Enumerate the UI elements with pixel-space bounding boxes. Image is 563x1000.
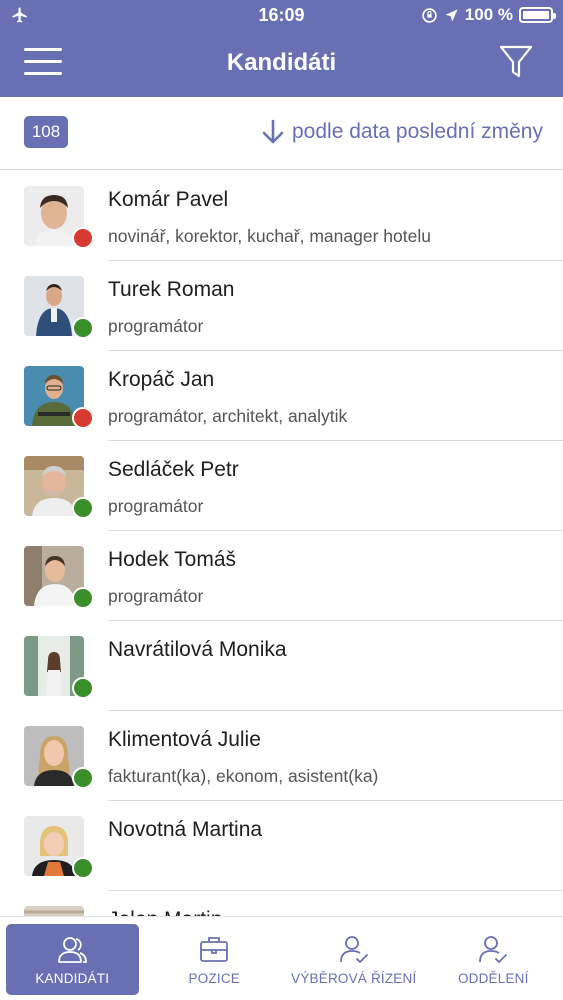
candidate-row[interactable]: Jelen Martin — [0, 891, 563, 916]
sort-order-button[interactable]: podle data poslední změny — [262, 119, 543, 145]
tab-selection-procedures[interactable]: VÝBĚROVÁ ŘÍZENÍ — [284, 917, 424, 1000]
arrow-down-icon — [262, 119, 284, 144]
status-indicator-green — [72, 677, 94, 699]
status-bar: 16:09 100 % — [0, 0, 563, 30]
user-check-icon — [479, 936, 508, 963]
candidate-name: Klimentová Julie — [108, 728, 261, 751]
bottom-tab-bar: KANDIDÁTI POZICE VÝBĚROVÁ ŘÍZENÍ ODDĚLEN… — [0, 916, 563, 1000]
candidate-roles: programátor — [108, 586, 204, 606]
tab-label: VÝBĚROVÁ ŘÍZENÍ — [291, 971, 417, 986]
location-arrow-icon — [445, 9, 458, 21]
status-indicators: 100 % — [421, 4, 556, 26]
status-indicator-green — [72, 317, 94, 339]
candidate-name: Turek Roman — [108, 278, 235, 301]
candidate-name: Navrátilová Monika — [108, 638, 287, 661]
filter-icon[interactable] — [499, 44, 533, 80]
orientation-lock-icon — [422, 7, 437, 23]
candidate-row[interactable]: Klimentová Julie fakturant(ka), ekonom, … — [0, 711, 563, 801]
candidate-name: Novotná Martina — [108, 818, 263, 841]
status-indicator-green — [72, 767, 94, 789]
tab-candidates[interactable]: KANDIDÁTI — [6, 924, 139, 995]
page-title: Kandidáti — [226, 49, 337, 76]
nav-bar: Kandidáti — [0, 30, 563, 97]
candidate-list: Komár Pavel novinář, korektor, kuchař, m… — [0, 171, 563, 916]
sort-bar: 108 podle data poslední změny — [0, 97, 563, 170]
candidate-count-badge: 108 — [24, 116, 68, 148]
candidate-row[interactable]: Kropáč Jan programátor, architekt, analy… — [0, 351, 563, 441]
candidate-avatar — [24, 906, 84, 916]
tab-departments[interactable]: ODDĚLENÍ — [424, 917, 563, 1000]
candidate-row[interactable]: Komár Pavel novinář, korektor, kuchař, m… — [0, 171, 563, 261]
app-header: 16:09 100 % Kandidáti — [0, 0, 563, 97]
tab-label: POZICE — [188, 971, 240, 986]
candidate-roles: fakturant(ka), ekonom, asistent(ka) — [108, 766, 379, 786]
candidate-roles: programátor — [108, 316, 204, 336]
candidate-name: Kropáč Jan — [108, 368, 215, 391]
status-indicator-green — [72, 857, 94, 879]
candidate-row[interactable]: Turek Roman programátor — [0, 261, 563, 351]
candidate-row[interactable]: Sedláček Petr programátor — [0, 441, 563, 531]
candidate-roles: novinář, korektor, kuchař, manager hotel… — [108, 226, 431, 246]
candidate-roles: programátor — [108, 496, 204, 516]
status-indicator-green — [72, 587, 94, 609]
users-icon — [58, 937, 88, 963]
status-indicator-red — [72, 227, 94, 249]
candidate-name: Jelen Martin — [108, 908, 222, 916]
status-indicator-green — [72, 497, 94, 519]
tab-label: ODDĚLENÍ — [457, 971, 529, 986]
briefcase-icon — [200, 937, 229, 962]
tab-label: KANDIDÁTI — [35, 971, 110, 986]
candidate-roles: programátor, architekt, analytik — [108, 406, 348, 426]
battery-icon — [519, 7, 556, 23]
status-indicator-red — [72, 407, 94, 429]
battery-percentage: 100 % — [464, 5, 513, 24]
tab-positions[interactable]: POZICE — [145, 917, 285, 1000]
candidate-name: Hodek Tomáš — [108, 548, 237, 571]
candidate-row[interactable]: Hodek Tomáš programátor — [0, 531, 563, 621]
candidate-row[interactable]: Navrátilová Monika — [0, 621, 563, 711]
candidate-name: Sedláček Petr — [108, 458, 239, 481]
candidate-name: Komár Pavel — [108, 188, 229, 211]
candidate-row[interactable]: Novotná Martina — [0, 801, 563, 891]
user-check-icon — [339, 936, 368, 963]
sort-order-label: podle data poslední změny — [291, 120, 543, 143]
